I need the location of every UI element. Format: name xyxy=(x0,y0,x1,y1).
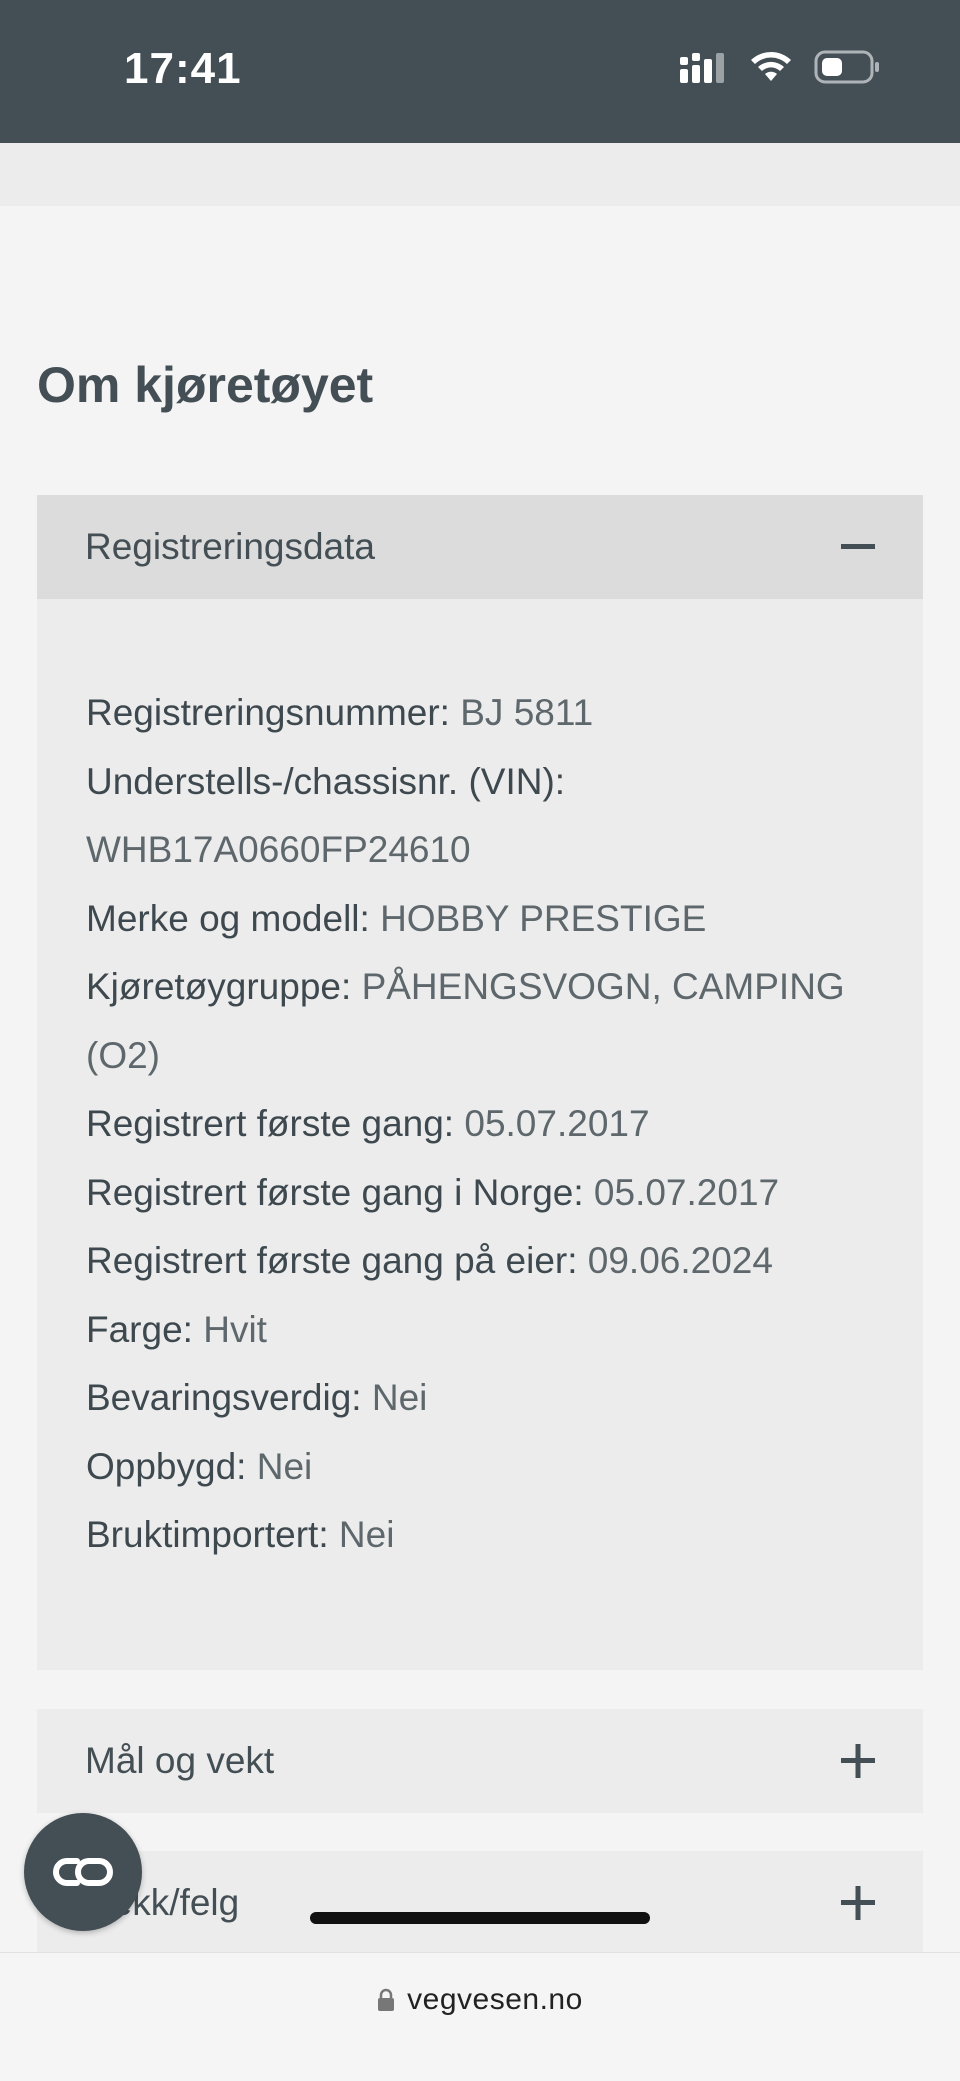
lock-icon xyxy=(378,1988,395,2011)
accordion-header-registreringsdata[interactable]: Registreringsdata xyxy=(37,495,923,599)
field-label: Registrert første gang i Norge: xyxy=(86,1171,584,1213)
field-value: 09.06.2024 xyxy=(587,1240,773,1281)
accordion-header-dekk-felg[interactable]: Dekk/felg xyxy=(37,1851,923,1955)
accordion-header-mal-og-vekt[interactable]: Mål og vekt xyxy=(37,1709,923,1813)
status-icons xyxy=(680,50,880,84)
field-value: Hvit xyxy=(203,1308,267,1350)
field-value: Nei xyxy=(371,1377,428,1418)
field-row-kjoretoygruppe: Kjøretøygruppe: PÅHENGSVOGN, CAMPING (O2… xyxy=(86,953,874,1090)
field-row-registrert-pa-eier: Registrert første gang på eier: 09.06.20… xyxy=(86,1227,874,1296)
home-indicator xyxy=(310,1912,650,1924)
link-icon xyxy=(53,1858,113,1886)
field-label: Registreringsnummer: xyxy=(86,692,450,733)
main-content: Om kjøretøyet Registreringsdata Registre… xyxy=(0,206,960,1955)
field-label: Bruktimportert: xyxy=(86,1514,329,1555)
field-row-merke-modell: Merke og modell: HOBBY PRESTIGE xyxy=(86,885,874,954)
field-value: 05.07.2017 xyxy=(464,1103,650,1144)
url-text: vegvesen.no xyxy=(407,1983,583,2016)
field-value: BJ 5811 xyxy=(460,692,594,733)
plus-icon[interactable] xyxy=(841,1744,875,1778)
field-label: Registrert første gang: xyxy=(86,1103,455,1144)
wifi-icon xyxy=(751,52,791,81)
field-label: Understells-/chassisnr. (VIN): xyxy=(86,760,566,802)
status-time: 17:41 xyxy=(124,44,242,93)
field-value: WHB17A0660FP24610 xyxy=(86,829,471,870)
battery-icon xyxy=(814,50,879,84)
plus-icon[interactable] xyxy=(841,1886,875,1920)
accordion-title: Mål og vekt xyxy=(85,1740,275,1781)
url-bar[interactable]: vegvesen.no xyxy=(0,1983,960,2017)
field-row-bevaringsverdig: Bevaringsverdig: Nei xyxy=(86,1364,874,1433)
accordion-title: Registreringsdata xyxy=(85,526,375,567)
field-row-farge: Farge: Hvit xyxy=(86,1296,874,1365)
field-row-vin: Understells-/chassisnr. (VIN): WHB17A066… xyxy=(86,748,874,885)
browser-bottom-bar: vegvesen.no xyxy=(0,1952,960,2081)
field-row-registrert-forste-gang: Registrert første gang: 05.07.2017 xyxy=(86,1090,874,1159)
top-strip xyxy=(0,143,960,206)
accordion-dekk-felg[interactable]: Dekk/felg xyxy=(37,1851,923,1955)
field-label: Registrert første gang på eier: xyxy=(86,1240,578,1281)
field-value: 05.07.2017 xyxy=(593,1171,780,1213)
field-label: Farge: xyxy=(86,1308,193,1350)
field-row-oppbygd: Oppbygd: Nei xyxy=(86,1433,874,1502)
field-row-registreringsnummer: Registreringsnummer: BJ 5811 xyxy=(86,679,874,748)
signal-icon xyxy=(680,53,724,83)
accordion-registreringsdata: Registreringsdata Registreringsnummer: B… xyxy=(37,495,923,1670)
accordion-mal-og-vekt[interactable]: Mål og vekt xyxy=(37,1709,923,1813)
field-label: Kjøretøygruppe: xyxy=(86,966,352,1007)
field-value: Nei xyxy=(256,1445,313,1487)
field-value: HOBBY PRESTIGE xyxy=(380,897,707,939)
field-label: Merke og modell: xyxy=(86,897,370,939)
accordion-body-registreringsdata: Registreringsnummer: BJ 5811 Understells… xyxy=(37,599,923,1670)
field-value: Nei xyxy=(338,1514,395,1555)
field-label: Bevaringsverdig: xyxy=(86,1377,362,1418)
floating-link-button[interactable] xyxy=(24,1813,142,1931)
field-row-bruktimportert: Bruktimportert: Nei xyxy=(86,1501,874,1570)
field-label: Oppbygd: xyxy=(86,1445,247,1487)
minus-icon[interactable] xyxy=(841,530,875,564)
page-title: Om kjøretøyet xyxy=(37,357,374,413)
field-row-registrert-i-norge: Registrert første gang i Norge: 05.07.20… xyxy=(86,1159,874,1228)
status-bar: 17:41 xyxy=(0,0,960,143)
